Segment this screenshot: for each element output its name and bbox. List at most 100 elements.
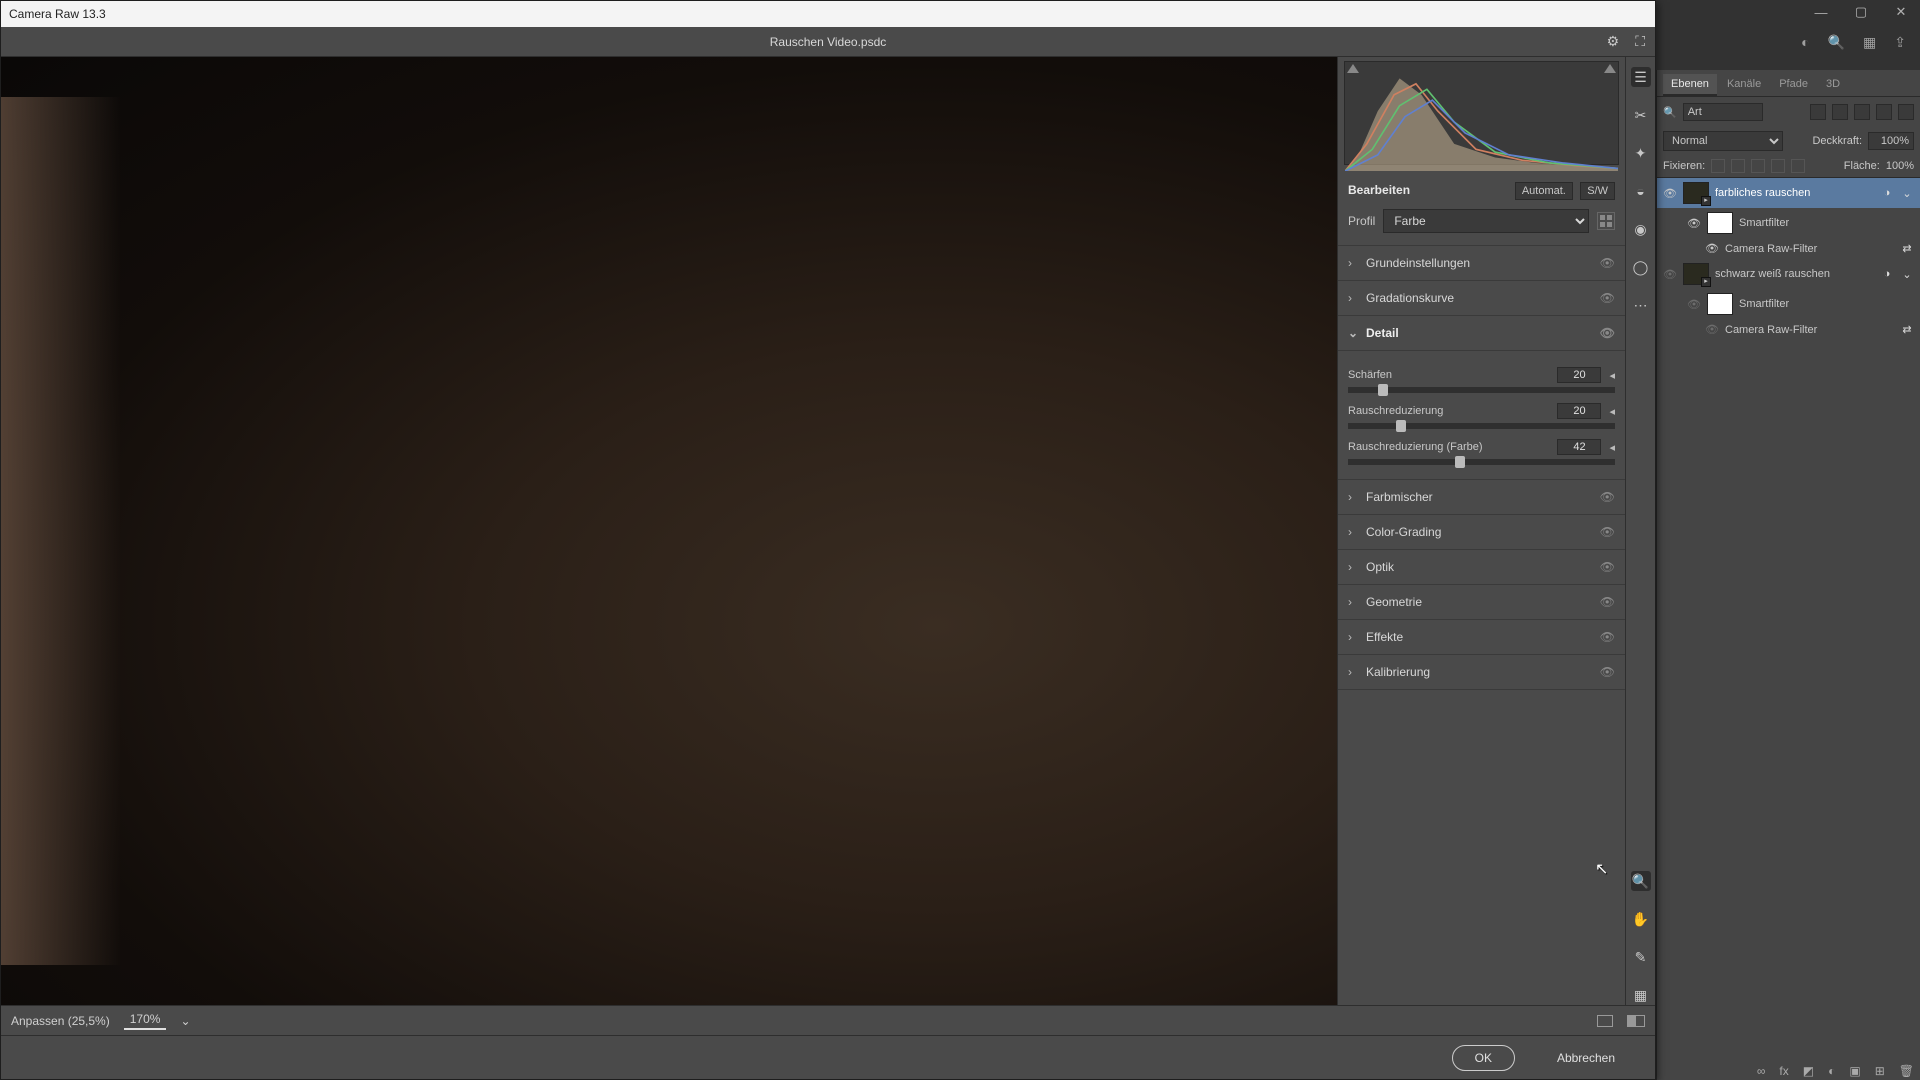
histogram[interactable] xyxy=(1344,61,1619,165)
fit-label[interactable]: Anpassen (25,5%) xyxy=(11,1014,110,1028)
section-basic[interactable]: › Grundeinstellungen 👁 xyxy=(1338,246,1625,281)
layer-thumb[interactable]: ▸ xyxy=(1683,263,1709,285)
maximize-icon[interactable]: ▢ xyxy=(1852,4,1870,20)
tab-channels[interactable]: Kanäle xyxy=(1719,74,1769,96)
filter-options-icon[interactable]: ⇄ xyxy=(1900,323,1914,336)
section-curve[interactable]: › Gradationskurve 👁 xyxy=(1338,281,1625,316)
section-optics[interactable]: › Optik 👁 xyxy=(1338,550,1625,585)
section-mixer[interactable]: › Farbmischer 👁 xyxy=(1338,480,1625,515)
visibility-icon[interactable]: 👁 xyxy=(1600,490,1615,504)
auto-button[interactable]: Automat. xyxy=(1515,182,1573,200)
sharpen-value[interactable] xyxy=(1557,367,1601,383)
visibility-icon[interactable]: 👁 xyxy=(1600,595,1615,609)
visibility-icon[interactable]: 👁 xyxy=(1663,268,1677,281)
chevron-down-icon[interactable]: ⌄ xyxy=(180,1014,190,1028)
before-view-icon[interactable] xyxy=(1597,1015,1613,1027)
cnr-slider[interactable] xyxy=(1348,459,1615,465)
profile-browser-icon[interactable] xyxy=(1597,212,1615,230)
crop-tool-icon[interactable]: ✂ xyxy=(1631,105,1651,125)
layer-name[interactable]: farbliches rauschen xyxy=(1715,187,1874,199)
cancel-button[interactable]: Abbrechen xyxy=(1535,1046,1637,1070)
hand-tool-icon[interactable]: ✋ xyxy=(1631,909,1651,929)
mask-thumb[interactable] xyxy=(1707,212,1733,234)
trash-icon[interactable]: 🗑 xyxy=(1899,1064,1914,1078)
filter-shape-icon[interactable] xyxy=(1876,104,1892,120)
new-layer-icon[interactable]: ⊞ xyxy=(1875,1064,1885,1078)
section-detail[interactable]: ⌄ Detail 👁 xyxy=(1338,316,1625,351)
profile-select[interactable]: Farbe xyxy=(1383,209,1589,233)
spot-tool-icon[interactable]: ✦ xyxy=(1631,143,1651,163)
visibility-icon[interactable]: 👁 xyxy=(1705,323,1719,336)
visibility-icon[interactable]: 👁 xyxy=(1705,242,1719,255)
adjustment-icon[interactable]: ◐ xyxy=(1828,1064,1835,1078)
image-canvas[interactable] xyxy=(1,57,1337,1005)
visibility-icon[interactable]: 👁 xyxy=(1600,326,1615,340)
bw-button[interactable]: S/W xyxy=(1580,182,1615,200)
layer-row[interactable]: 👁 Camera Raw-Filter ⇄ xyxy=(1657,319,1920,340)
section-effects[interactable]: › Effekte 👁 xyxy=(1338,620,1625,655)
redeye-tool-icon[interactable]: ◉ xyxy=(1631,219,1651,239)
filter-badge-icon[interactable]: ◑ xyxy=(1880,187,1894,199)
visibility-icon[interactable]: 👁 xyxy=(1687,298,1701,311)
filter-adjust-icon[interactable] xyxy=(1832,104,1848,120)
sharpen-slider[interactable] xyxy=(1348,387,1615,393)
visibility-icon[interactable]: 👁 xyxy=(1600,665,1615,679)
local-adjust-icon[interactable]: ◒ xyxy=(1631,181,1651,201)
more-icon[interactable]: ⋯ xyxy=(1631,295,1651,315)
lock-all-icon[interactable] xyxy=(1791,159,1805,173)
mask-thumb[interactable] xyxy=(1707,293,1733,315)
radial-tool-icon[interactable]: ◯ xyxy=(1631,257,1651,277)
layer-name[interactable]: Camera Raw-Filter xyxy=(1725,243,1894,255)
zoom-tool-icon[interactable]: 🔍 xyxy=(1631,871,1651,891)
lock-pixels-icon[interactable] xyxy=(1731,159,1745,173)
visibility-icon[interactable]: 👁 xyxy=(1663,187,1677,200)
section-calibration[interactable]: › Kalibrierung 👁 xyxy=(1338,655,1625,690)
ok-button[interactable]: OK xyxy=(1452,1045,1515,1071)
nr-slider[interactable] xyxy=(1348,423,1615,429)
filter-smart-icon[interactable] xyxy=(1898,104,1914,120)
layer-row[interactable]: 👁 Smartfilter xyxy=(1657,289,1920,319)
visibility-icon[interactable]: 👁 xyxy=(1600,525,1615,539)
group-icon[interactable]: ▣ xyxy=(1849,1064,1860,1078)
workspace-icon[interactable]: ▦ xyxy=(1863,34,1876,51)
mask-icon[interactable]: ◩ xyxy=(1803,1064,1814,1078)
edit-tool-icon[interactable]: ☰ xyxy=(1631,67,1651,87)
lock-position-icon[interactable] xyxy=(1751,159,1765,173)
layer-filter-input[interactable] xyxy=(1683,103,1763,121)
disclosure-icon[interactable]: ◂ xyxy=(1609,369,1615,382)
lock-artboard-icon[interactable] xyxy=(1771,159,1785,173)
tab-3d[interactable]: 3D xyxy=(1818,74,1848,96)
opacity-value[interactable]: 100% xyxy=(1868,132,1914,150)
disclosure-icon[interactable]: ◂ xyxy=(1609,441,1615,454)
filter-type-icon[interactable] xyxy=(1854,104,1870,120)
disclosure-icon[interactable]: ◂ xyxy=(1609,405,1615,418)
gear-icon[interactable]: ⚙ xyxy=(1607,33,1620,50)
share-icon[interactable]: ⇪ xyxy=(1894,34,1906,51)
close-icon[interactable]: ✕ xyxy=(1892,4,1910,20)
filter-options-icon[interactable]: ⇄ xyxy=(1900,242,1914,255)
filter-badge-icon[interactable]: ◑ xyxy=(1880,268,1894,280)
fx-icon[interactable]: fx xyxy=(1779,1064,1788,1078)
search-icon[interactable]: 🔍 xyxy=(1828,34,1845,51)
cloud-docs-icon[interactable]: ◐ xyxy=(1801,34,1809,51)
chevron-down-icon[interactable]: ⌄ xyxy=(1900,187,1914,200)
grid-tool-icon[interactable]: ▦ xyxy=(1631,985,1651,1005)
minimize-icon[interactable]: — xyxy=(1812,5,1830,20)
blend-mode-select[interactable]: Normal xyxy=(1663,131,1783,151)
visibility-icon[interactable]: 👁 xyxy=(1600,560,1615,574)
tab-paths[interactable]: Pfade xyxy=(1771,74,1816,96)
layer-name[interactable]: schwarz weiß rauschen xyxy=(1715,268,1874,280)
visibility-icon[interactable]: 👁 xyxy=(1600,630,1615,644)
layer-row[interactable]: 👁 Camera Raw-Filter ⇄ xyxy=(1657,238,1920,259)
visibility-icon[interactable]: 👁 xyxy=(1687,217,1701,230)
visibility-icon[interactable]: 👁 xyxy=(1600,291,1615,305)
fill-value[interactable]: 100% xyxy=(1886,160,1914,172)
layer-row[interactable]: 👁 ▸ schwarz weiß rauschen ◑ ⌄ xyxy=(1657,259,1920,289)
layer-row[interactable]: 👁 Smartfilter xyxy=(1657,208,1920,238)
layer-name[interactable]: Camera Raw-Filter xyxy=(1725,324,1894,336)
chevron-down-icon[interactable]: ⌄ xyxy=(1900,268,1914,281)
layer-thumb[interactable]: ▸ xyxy=(1683,182,1709,204)
fullscreen-icon[interactable]: ⛶ xyxy=(1635,33,1645,50)
lock-transparency-icon[interactable] xyxy=(1711,159,1725,173)
zoom-value[interactable]: 170% xyxy=(124,1012,167,1030)
